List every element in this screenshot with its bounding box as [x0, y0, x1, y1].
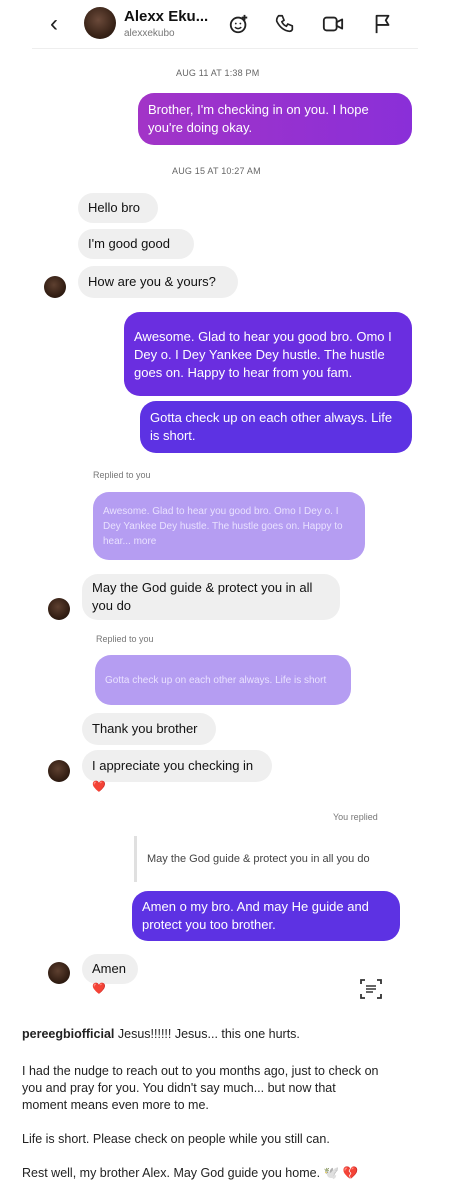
- incoming-message[interactable]: May the God guide & protect you in all y…: [82, 574, 340, 620]
- caption-paragraph: Life is short. Please check on people wh…: [22, 1132, 330, 1146]
- caption-text: Jesus!!!!!! Jesus... this one hurts.: [117, 1027, 300, 1041]
- caption-paragraph-line: you and pray for you. You didn't say muc…: [22, 1081, 336, 1095]
- contact-username: alexxekubo: [124, 28, 175, 39]
- replied-label: Replied to you: [93, 470, 151, 480]
- heart-reaction-icon[interactable]: ❤️: [92, 982, 106, 995]
- outgoing-message[interactable]: Amen o my bro. And may He guide and prot…: [132, 891, 400, 941]
- incoming-message[interactable]: Hello bro: [78, 193, 158, 223]
- caption-first-line: pereegbiofficial Jesus!!!!!! Jesus... th…: [22, 1026, 300, 1043]
- phone-icon[interactable]: [274, 13, 296, 35]
- caption-paragraph-line: moment means even more to me.: [22, 1098, 209, 1112]
- caption-paragraph: Rest well, my brother Alex. May God guid…: [22, 1166, 359, 1180]
- incoming-message[interactable]: I appreciate you checking in: [82, 750, 272, 782]
- video-call-icon[interactable]: [322, 13, 344, 35]
- timestamp: AUG 11 AT 1:38 PM: [176, 68, 260, 78]
- back-chevron-icon[interactable]: ‹: [50, 10, 58, 38]
- outgoing-message[interactable]: Gotta check up on each other always. Lif…: [140, 401, 412, 453]
- contact-avatar-small[interactable]: [48, 760, 70, 782]
- contact-avatar-small[interactable]: [44, 276, 66, 298]
- emoji-plus-icon[interactable]: [228, 13, 250, 35]
- quoted-message[interactable]: Gotta check up on each other always. Lif…: [95, 655, 351, 705]
- incoming-message[interactable]: I'm good good: [78, 229, 194, 259]
- contact-name[interactable]: Alexx Eku...: [124, 8, 208, 25]
- contact-avatar[interactable]: [84, 7, 116, 39]
- outgoing-message[interactable]: Awesome. Glad to hear you good bro. Omo …: [124, 312, 412, 396]
- quoted-message[interactable]: Awesome. Glad to hear you good bro. Omo …: [93, 492, 365, 560]
- heart-reaction-icon[interactable]: ❤️: [92, 780, 106, 793]
- quoted-message[interactable]: May the God guide & protect you in all y…: [134, 836, 392, 882]
- flag-icon[interactable]: [372, 13, 394, 35]
- incoming-message[interactable]: Amen: [82, 954, 138, 984]
- scan-text-icon[interactable]: [357, 975, 385, 1003]
- incoming-message[interactable]: How are you & yours?: [78, 266, 238, 298]
- incoming-message[interactable]: Thank you brother: [82, 713, 216, 745]
- outgoing-message[interactable]: Brother, I'm checking in on you. I hope …: [138, 93, 412, 145]
- timestamp: AUG 15 AT 10:27 AM: [172, 166, 261, 176]
- contact-avatar-small[interactable]: [48, 962, 70, 984]
- caption-username[interactable]: pereegbiofficial: [22, 1027, 114, 1041]
- you-replied-label: You replied: [333, 812, 378, 822]
- contact-avatar-small[interactable]: [48, 598, 70, 620]
- chat-header: ‹ Alexx Eku... alexxekubo: [32, 0, 418, 49]
- caption-paragraph-line: I had the nudge to reach out to you mont…: [22, 1064, 379, 1078]
- replied-label: Replied to you: [96, 634, 154, 644]
